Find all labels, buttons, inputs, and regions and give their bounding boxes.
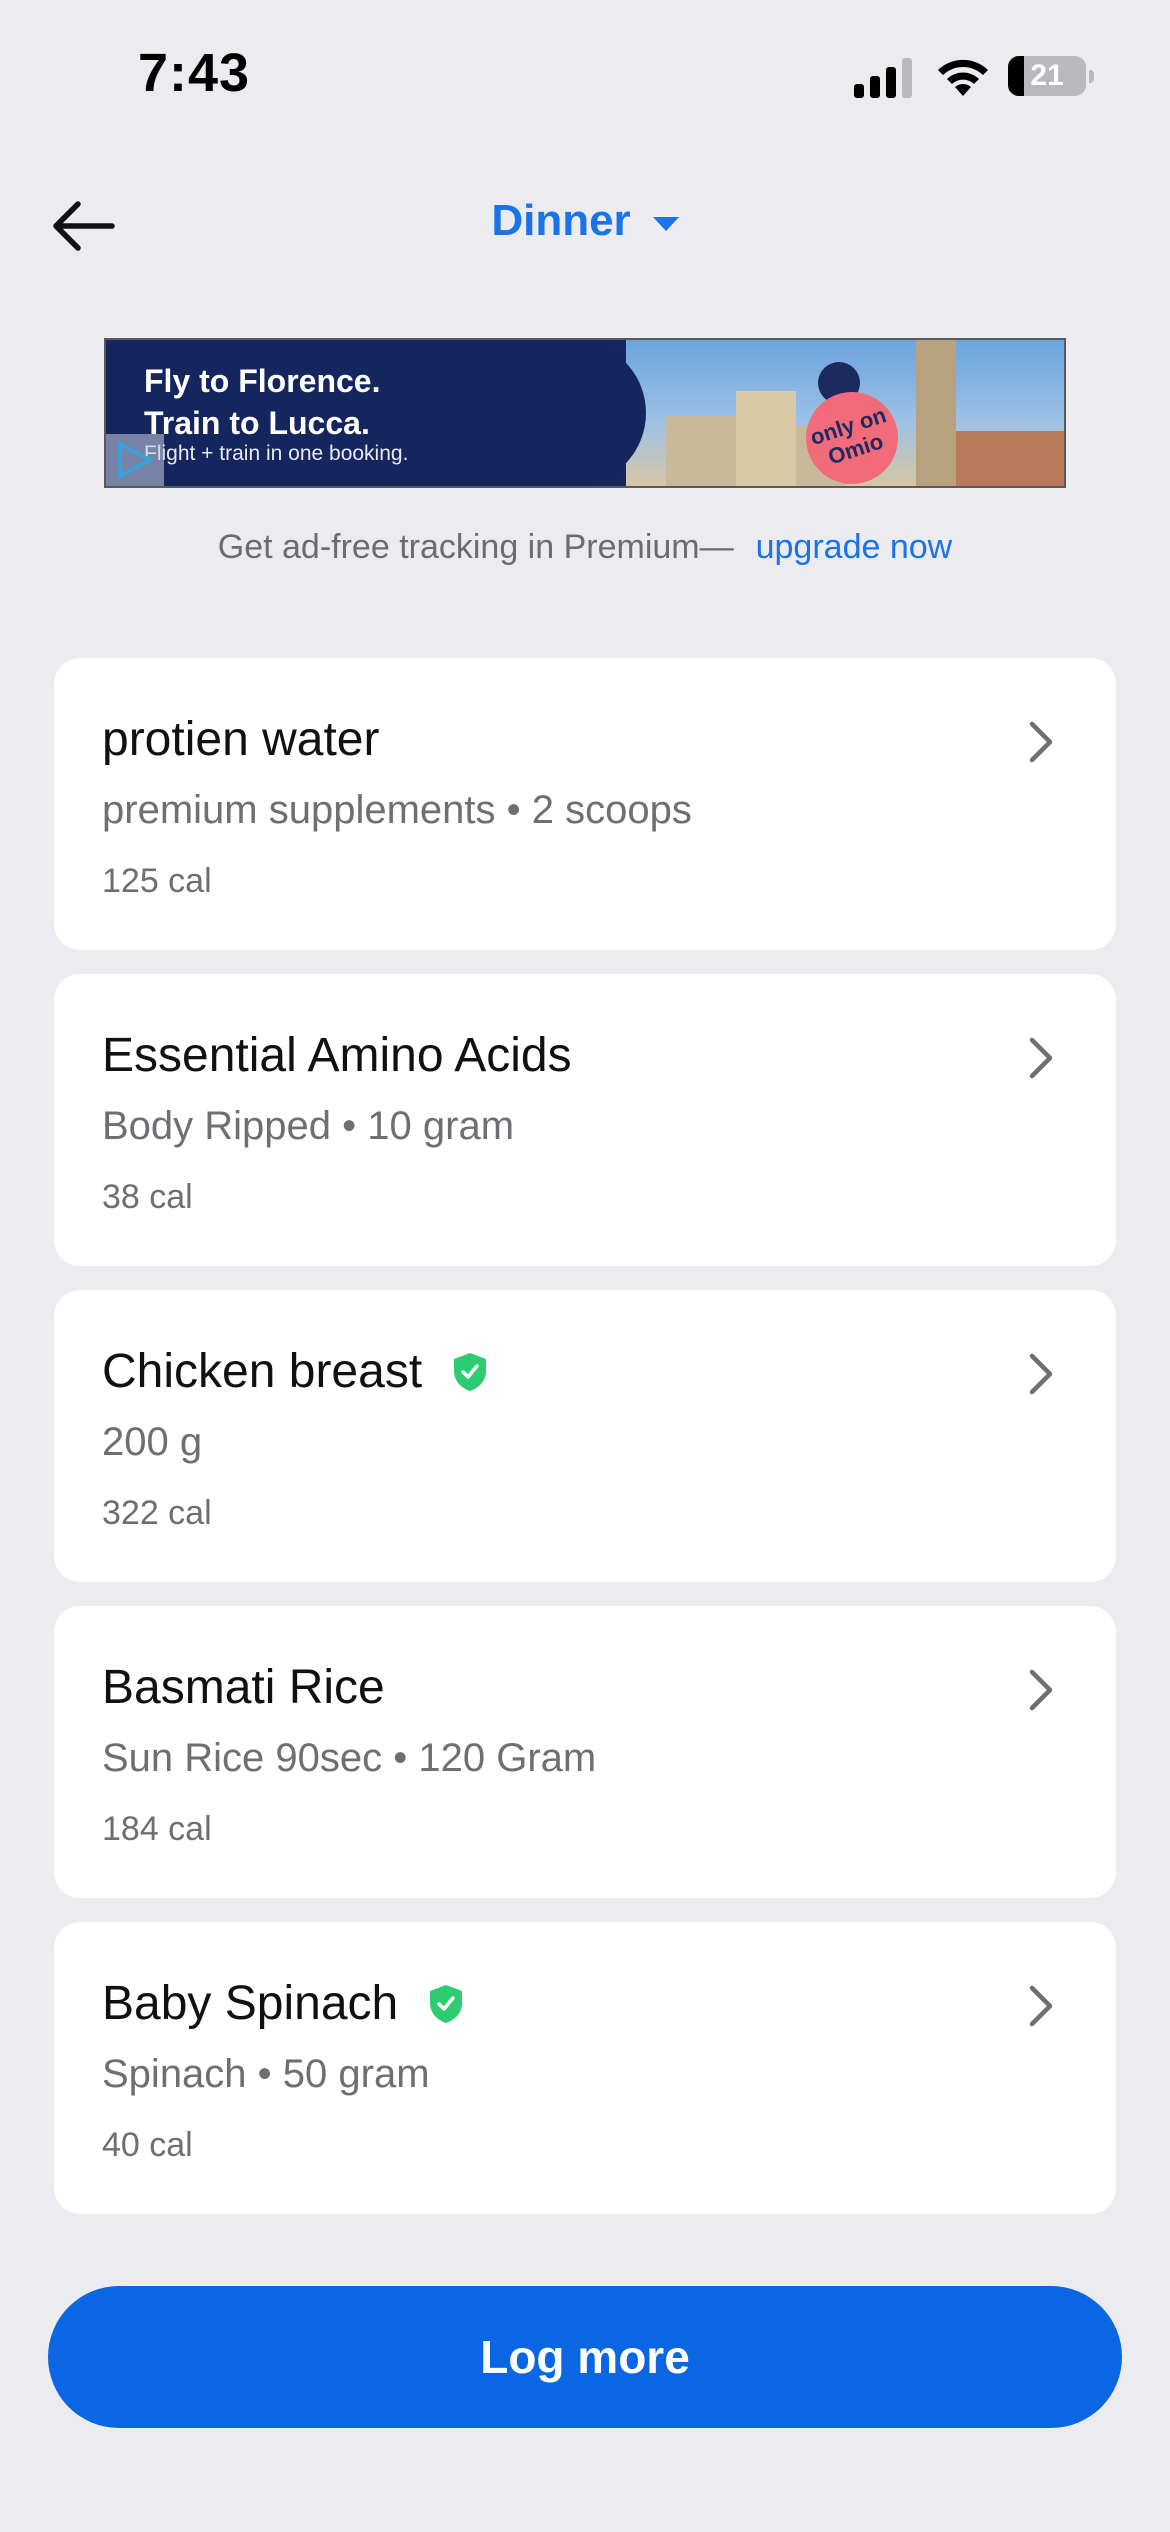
food-name-row: protien water — [102, 712, 379, 767]
food-detail: premium supplements • 2 scoops — [102, 788, 692, 832]
food-name: protien water — [102, 713, 380, 766]
ad-choices-icon[interactable] — [106, 434, 164, 486]
log-more-button[interactable]: Log more — [48, 2286, 1122, 2428]
premium-text: Get ad-free tracking in Premium— — [217, 528, 734, 566]
food-name-row: Baby Spinach — [102, 1976, 464, 2031]
chevron-right-icon — [1029, 1037, 1053, 1079]
arrow-left-icon[interactable] — [48, 190, 120, 262]
meal-title: Dinner — [491, 196, 631, 245]
food-name: Baby Spinach — [102, 1977, 399, 2030]
premium-prompt: Get ad-free tracking in Premium— upgrade … — [0, 528, 1170, 567]
chevron-right-icon — [1029, 1669, 1053, 1711]
food-card[interactable]: protien water premium supplements • 2 sc… — [54, 658, 1116, 950]
meal-selector: Dinner — [0, 196, 1170, 246]
ad-headline: Fly to Florence. Train to Lucca. — [144, 363, 381, 441]
food-name-row: Chicken breast — [102, 1344, 488, 1399]
wifi-icon — [938, 59, 988, 96]
ad-subline: Flight + train in one booking. — [144, 442, 409, 465]
chevron-right-icon — [1029, 1985, 1053, 2027]
upgrade-link[interactable]: upgrade now — [756, 528, 953, 566]
battery-icon: 21 — [1008, 56, 1086, 96]
food-card[interactable]: Baby Spinach Spinach • 50 gram 40 cal — [54, 1922, 1116, 2214]
food-card[interactable]: Basmati Rice Sun Rice 90sec • 120 Gram 1… — [54, 1606, 1116, 1898]
meal-dropdown[interactable]: Dinner — [491, 196, 679, 246]
food-detail: Spinach • 50 gram — [102, 2052, 430, 2096]
food-name: Chicken breast — [102, 1345, 423, 1398]
food-calories: 184 cal — [102, 1810, 212, 1848]
food-name-row: Essential Amino Acids — [102, 1028, 572, 1083]
food-detail: Body Ripped • 10 gram — [102, 1104, 515, 1148]
verified-shield-icon — [454, 1352, 487, 1391]
food-card[interactable]: Chicken breast 200 g 322 cal — [54, 1290, 1116, 1582]
battery-level: 21 — [1030, 59, 1064, 92]
ad-banner[interactable]: Fly to Florence. Train to Lucca. Flight … — [104, 338, 1066, 488]
food-name: Essential Amino Acids — [102, 1029, 572, 1082]
status-time: 7:43 — [138, 43, 251, 103]
signal-icon — [854, 58, 912, 98]
food-calories: 38 cal — [102, 1178, 193, 1216]
food-detail: 200 g — [102, 1420, 203, 1464]
chevron-right-icon — [1029, 1353, 1053, 1395]
caret-down-icon — [652, 217, 679, 231]
battery-cap — [1089, 70, 1094, 83]
food-name-row: Basmati Rice — [102, 1660, 385, 1715]
food-list: protien water premium supplements • 2 sc… — [54, 658, 1116, 2238]
food-name: Basmati Rice — [102, 1661, 385, 1714]
food-calories: 125 cal — [102, 862, 212, 900]
food-detail: Sun Rice 90sec • 120 Gram — [102, 1736, 597, 1780]
food-calories: 322 cal — [102, 1494, 212, 1532]
food-card[interactable]: Essential Amino Acids Body Ripped • 10 g… — [54, 974, 1116, 1266]
chevron-right-icon — [1029, 721, 1053, 763]
status-bar: 7:43 21 — [0, 0, 1170, 150]
verified-shield-icon — [430, 1984, 463, 2023]
food-calories: 40 cal — [102, 2126, 193, 2164]
